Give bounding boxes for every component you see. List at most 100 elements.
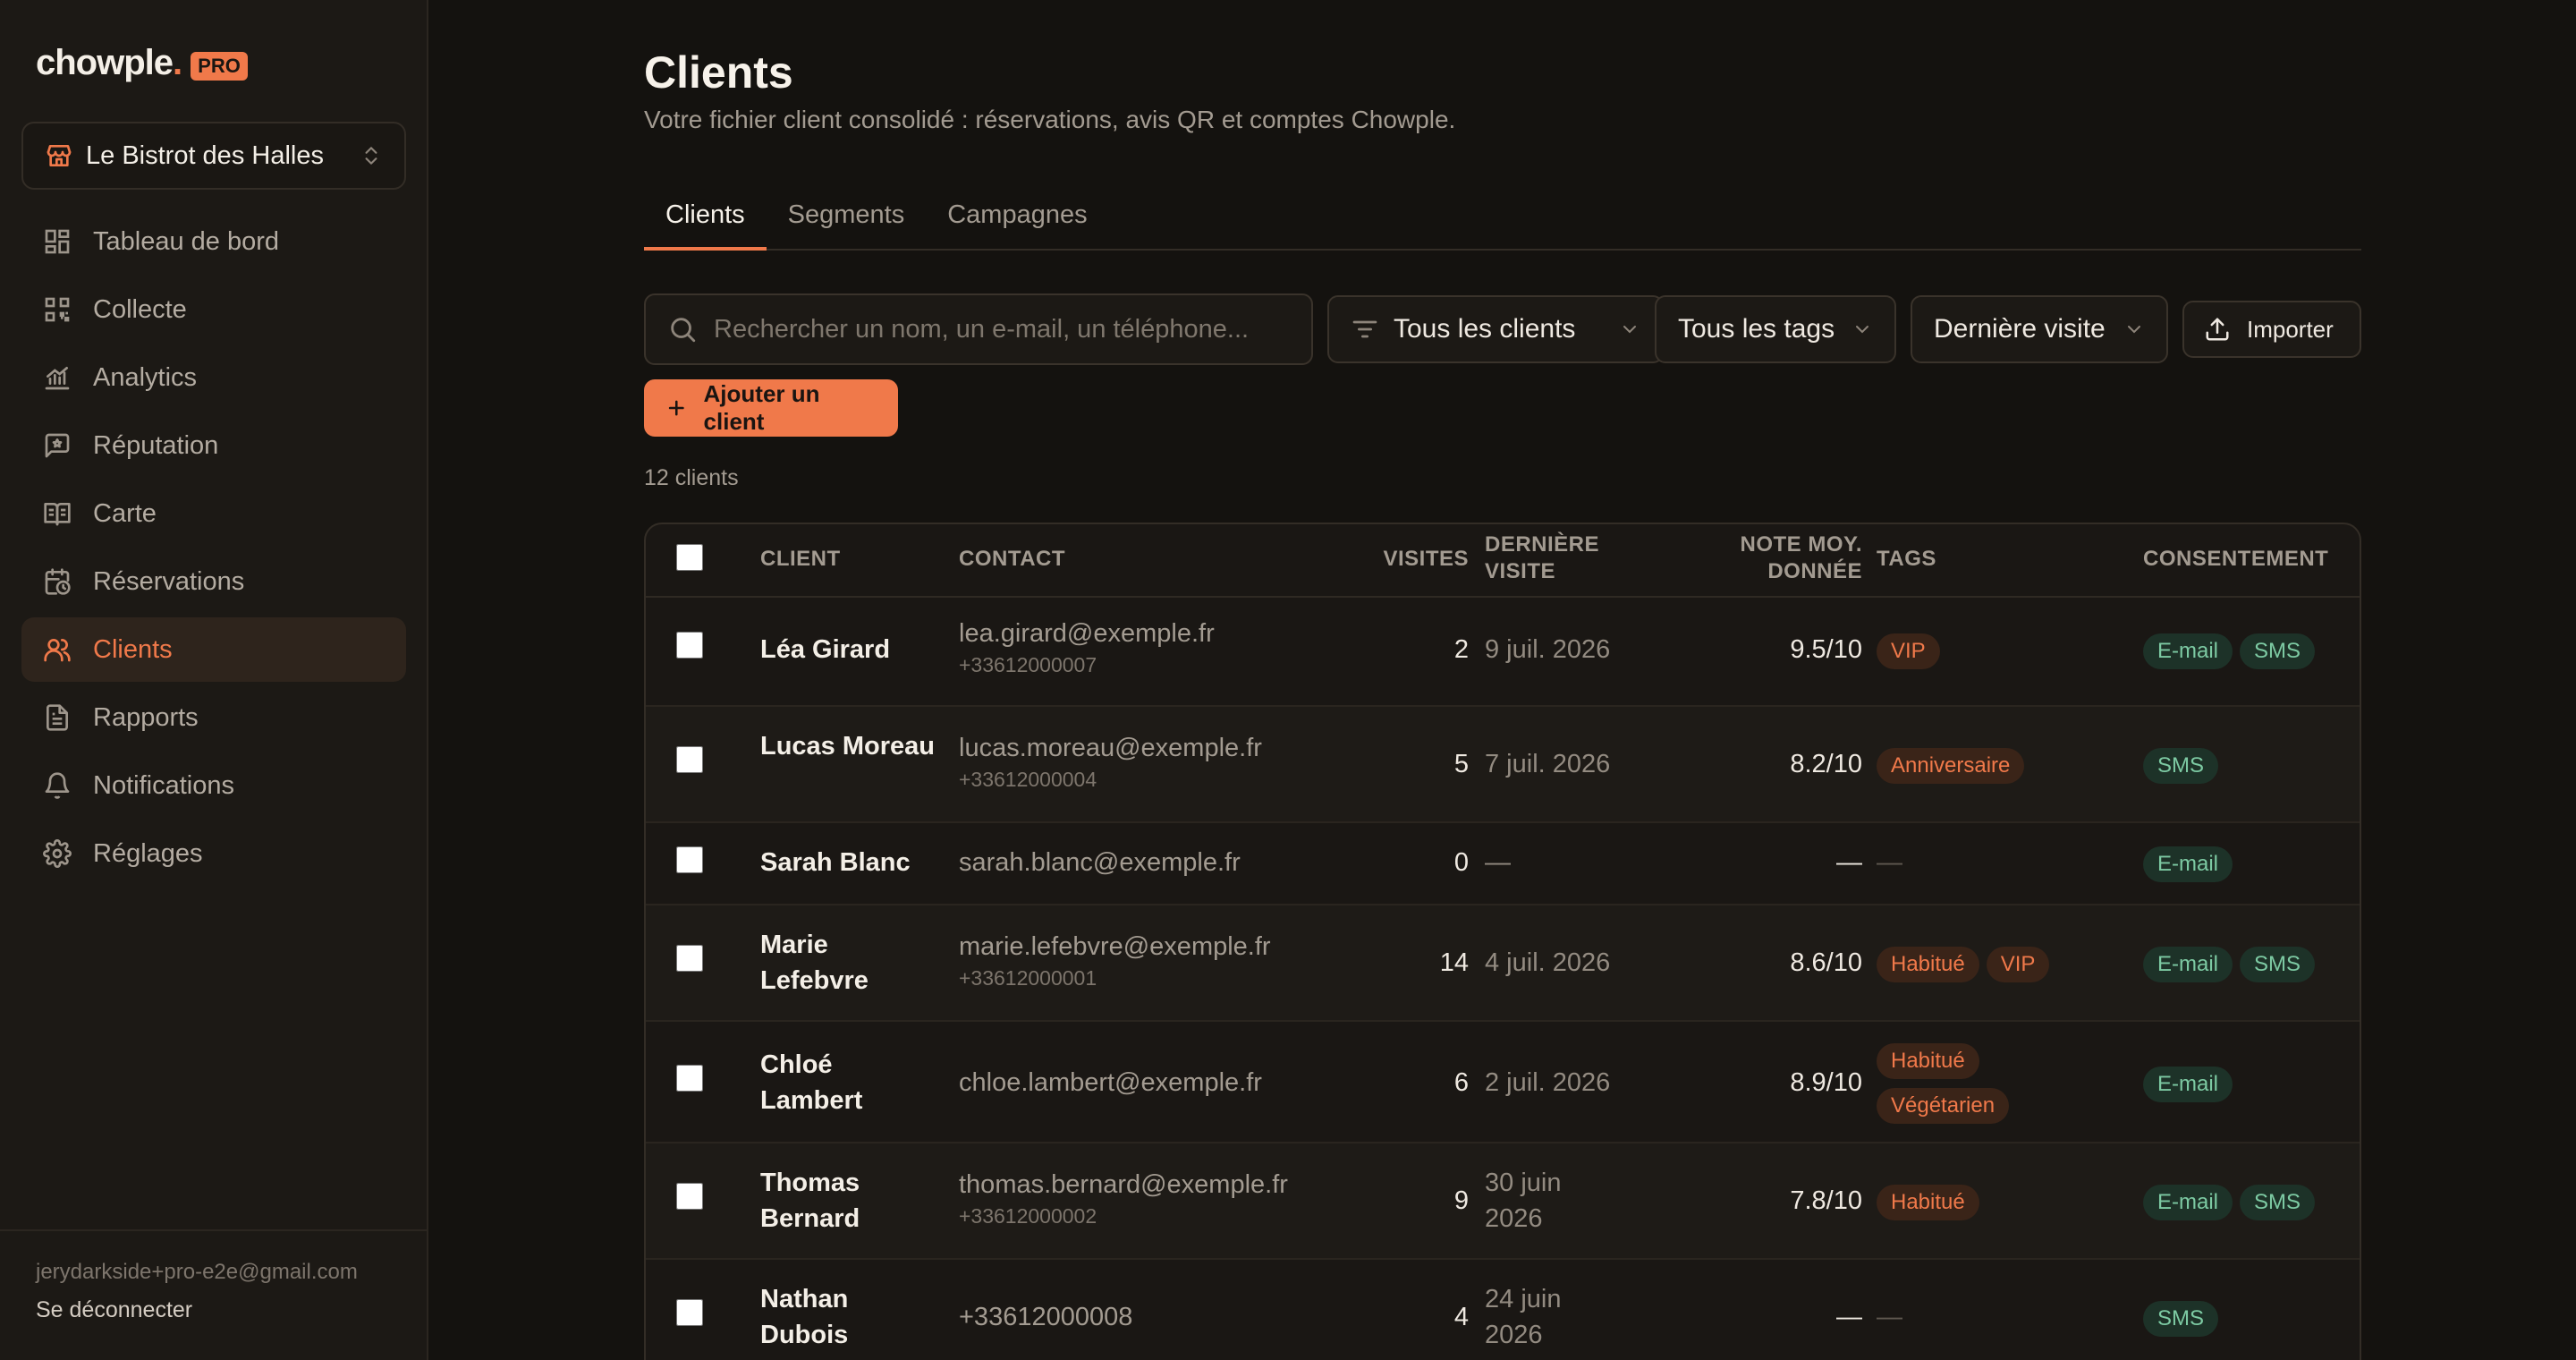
row-checkbox[interactable] <box>676 1299 703 1326</box>
chevron-down-icon <box>2128 326 2140 334</box>
consent-badge: SMS <box>2240 1185 2316 1220</box>
table-row[interactable]: Marie Lefebvre marie.lefebvre@exemple.fr… <box>646 905 2360 1022</box>
tab-campagnes[interactable]: Campagnes <box>926 184 1108 251</box>
table-row[interactable]: Léa Girard lea.girard@exemple.fr +336120… <box>646 598 2360 707</box>
client-visits: 9 <box>1453 1186 1469 1215</box>
clients-filter-dropdown[interactable]: Tous les clients <box>1327 295 1664 363</box>
tab-segments[interactable]: Segments <box>767 184 927 251</box>
import-label: Importer <box>2247 315 2334 343</box>
sidebar-item-reservations[interactable]: Réservations <box>21 549 406 614</box>
sidebar-item-notifications[interactable]: Notifications <box>21 753 406 818</box>
client-name[interactable]: Nathan Dubois <box>760 1281 939 1353</box>
bell-icon <box>45 772 70 799</box>
client-consent: E-mail <box>2143 845 2358 882</box>
table-row[interactable]: Chloé Lambert chloe.lambert@exemple.fr 6… <box>646 1022 2360 1143</box>
header-tags[interactable]: TAGS <box>1877 546 1936 573</box>
header-consent[interactable]: CONSENTEMENT <box>2143 546 2328 573</box>
client-last-visit: 4 juil. 2026 <box>1485 948 1611 977</box>
tab-clients[interactable]: Clients <box>644 184 767 251</box>
header-note-line1: NOTE MOY. <box>1740 532 1862 557</box>
row-checkbox[interactable] <box>676 746 703 773</box>
chevron-down-icon <box>1623 326 1636 334</box>
sidebar-item-rapports[interactable]: Rapports <box>21 685 406 750</box>
row-checkbox[interactable] <box>676 1183 703 1210</box>
gear-icon <box>43 839 72 868</box>
sidebar-item-reglages[interactable]: Réglages <box>21 821 406 886</box>
pro-badge: PRO <box>191 51 248 81</box>
tag-badge: Habitué <box>1877 1043 1979 1079</box>
client-last-visit: 2 juil. 2026 <box>1485 1068 1611 1097</box>
row-checkbox[interactable] <box>676 846 703 873</box>
client-last-visit: 9 juil. 2026 <box>1485 635 1611 664</box>
client-name[interactable]: Marie Lefebvre <box>760 927 939 999</box>
sidebar-item-label: Collecte <box>93 294 187 324</box>
select-all-checkbox[interactable] <box>676 544 703 571</box>
upload-icon <box>2206 318 2229 341</box>
search-box[interactable] <box>644 293 1313 365</box>
users-icon <box>44 639 71 662</box>
client-contact: sarah.blanc@exemple.fr <box>959 845 1241 880</box>
sidebar-item-label: Réservations <box>93 566 245 596</box>
table-row[interactable]: Lucas Moreau lucas.moreau@exemple.fr +33… <box>646 707 2360 823</box>
header-last-visit-line2: VISITE <box>1485 559 1556 583</box>
client-consent: E-mail SMS <box>2143 1183 2358 1220</box>
consent-badge: E-mail <box>2143 846 2233 882</box>
client-note: 8.6/10 <box>1790 948 1862 977</box>
header-contact[interactable]: CONTACT <box>959 546 1065 573</box>
venue-selector[interactable]: Le Bistrot des Halles <box>21 122 406 190</box>
logo-dot: . <box>173 43 182 82</box>
client-last-visit: 7 juil. 2026 <box>1485 750 1611 778</box>
sidebar-item-reputation[interactable]: Réputation <box>21 413 406 478</box>
tag-badge: Habitué <box>1877 1185 1979 1220</box>
client-name[interactable]: Chloé Lambert <box>760 1047 939 1118</box>
client-name[interactable]: Sarah Blanc <box>760 845 966 880</box>
book-icon <box>44 503 71 526</box>
client-phone: +33612000004 <box>959 768 1097 791</box>
table-row[interactable]: Thomas Bernard thomas.bernard@exemple.fr… <box>646 1143 2360 1260</box>
row-checkbox[interactable] <box>676 632 703 659</box>
client-tags: Anniversaire <box>1877 746 2127 784</box>
client-contact: thomas.bernard@exemple.fr +33612000002 <box>959 1167 1288 1229</box>
table-header: CLIENT CONTACT VISITES DERNIÈRE VISITE N… <box>646 524 2360 598</box>
client-visits: 2 <box>1453 635 1469 664</box>
client-tags: Habitué <box>1877 1183 2127 1220</box>
client-last-visit: 24 juin 2026 <box>1485 1285 1562 1349</box>
sidebar-item-clients[interactable]: Clients <box>21 617 406 682</box>
sidebar-item-carte[interactable]: Carte <box>21 481 406 546</box>
client-consent: E-mail SMS <box>2143 945 2358 982</box>
client-name[interactable]: Thomas Bernard <box>760 1165 939 1237</box>
client-name[interactable]: Lucas Moreau <box>760 728 939 764</box>
tags-filter-dropdown[interactable]: Tous les tags <box>1655 295 1896 363</box>
brand-logo[interactable]: chowple. PRO <box>36 43 248 83</box>
sidebar-item-label: Carte <box>93 498 157 528</box>
logout-link[interactable]: Se déconnecter <box>36 1297 393 1323</box>
consent-badge: SMS <box>2240 633 2316 669</box>
header-visits[interactable]: VISITES <box>1290 546 1469 573</box>
header-last-visit[interactable]: DERNIÈRE VISITE <box>1485 531 1599 585</box>
import-button[interactable]: Importer <box>2182 301 2361 358</box>
add-client-button[interactable]: Ajouter un client <box>644 379 898 437</box>
client-last-visit: 30 juin 2026 <box>1485 1169 1562 1233</box>
header-note[interactable]: NOTE MOY. DONNÉE <box>1683 531 1862 585</box>
store-icon <box>47 145 72 166</box>
calendar-clock-icon <box>45 568 71 595</box>
table-row[interactable]: Nathan Dubois +33612000008 4 24 juin 202… <box>646 1260 2360 1360</box>
last-visit-sort-dropdown[interactable]: Dernière visite <box>1911 295 2168 363</box>
sidebar: chowple. PRO Le Bistrot des Halles Table… <box>0 0 428 1360</box>
client-name[interactable]: Léa Girard <box>760 632 939 667</box>
qr-code-icon <box>45 297 70 322</box>
table-row[interactable]: Sarah Blanc sarah.blanc@exemple.fr 0 — —… <box>646 823 2360 905</box>
chevron-down-icon <box>1856 326 1868 334</box>
row-checkbox[interactable] <box>676 1065 703 1092</box>
tag-badge: VIP <box>1986 947 2050 982</box>
client-contact: chloe.lambert@exemple.fr <box>959 1065 1262 1101</box>
header-client[interactable]: CLIENT <box>760 546 841 573</box>
sidebar-item-analytics[interactable]: Analytics <box>21 345 406 410</box>
client-note: 9.5/10 <box>1790 635 1862 664</box>
sidebar-item-collecte[interactable]: Collecte <box>21 277 406 342</box>
sidebar-item-tableau-de-bord[interactable]: Tableau de bord <box>21 209 406 274</box>
client-phone: +33612000002 <box>959 1204 1097 1228</box>
search-input[interactable] <box>714 314 1286 344</box>
row-checkbox[interactable] <box>676 945 703 972</box>
client-phone-only: +33612000008 <box>959 1303 1133 1331</box>
